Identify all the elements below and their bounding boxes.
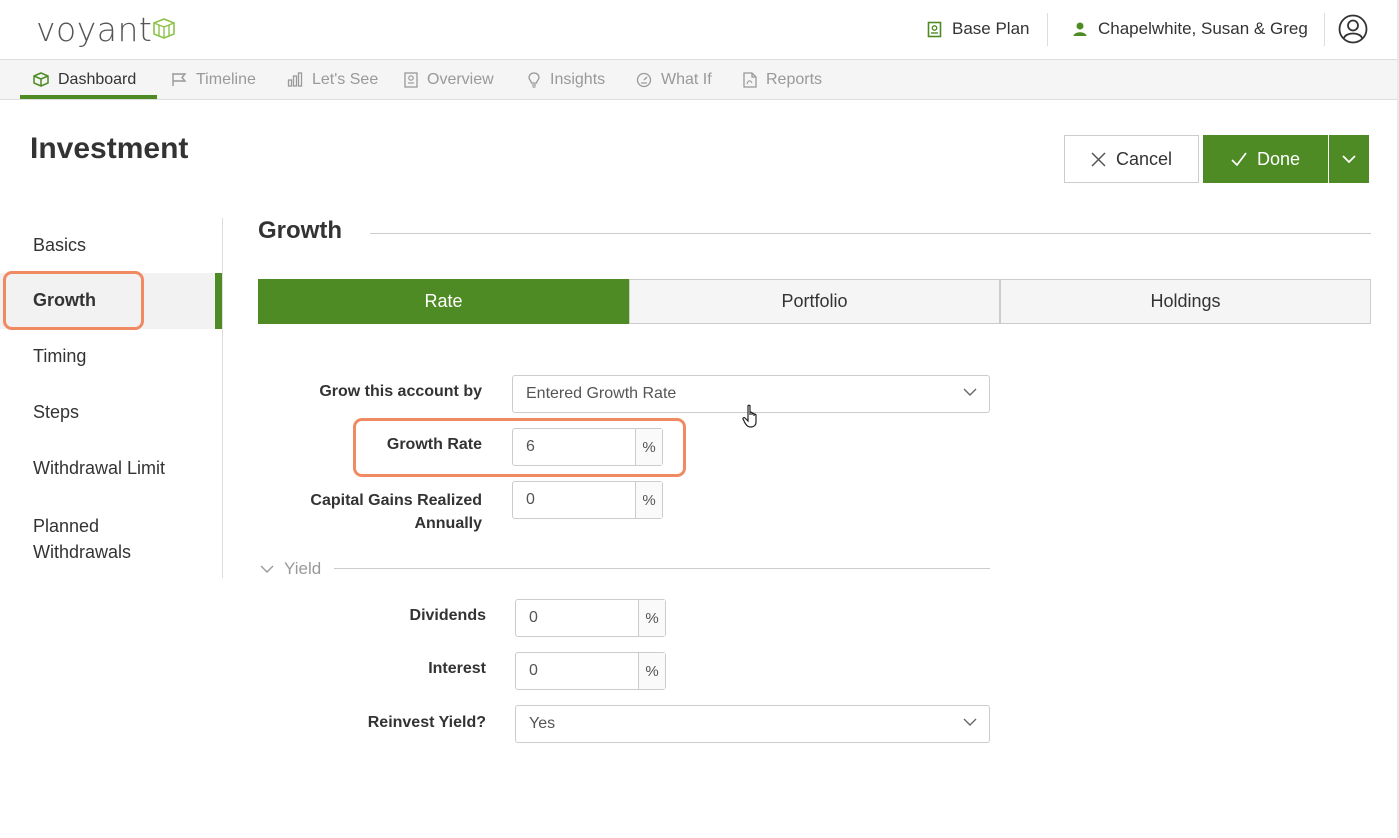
plan-selector[interactable]: Base Plan: [927, 19, 1030, 39]
side-item-planned-withdrawals[interactable]: Planned Withdrawals: [33, 513, 173, 565]
main-nav: Dashboard Timeline Let's See Overview In…: [0, 60, 1399, 100]
account-avatar-icon[interactable]: [1338, 14, 1368, 44]
nav-reports[interactable]: Reports: [743, 60, 822, 99]
chevron-down-icon: [260, 565, 274, 573]
dividends-label: Dividends: [409, 607, 486, 624]
interest-label: Interest: [428, 660, 486, 677]
percent-unit: %: [636, 482, 662, 518]
tab-holdings[interactable]: Holdings: [1000, 279, 1371, 324]
percent-unit: %: [639, 653, 665, 689]
nav-insights[interactable]: Insights: [527, 60, 605, 99]
flag-icon: [172, 73, 187, 86]
chevron-down-icon: [1342, 154, 1356, 163]
yield-toggle[interactable]: Yield: [260, 559, 321, 579]
capital-gains-label: Capital Gains Realized Annually: [310, 492, 482, 532]
chevron-down-icon: [963, 718, 977, 726]
plan-doc-icon: [927, 21, 942, 37]
section-title: Growth: [258, 217, 342, 244]
client-name: Chapelwhite, Susan & Greg: [1098, 19, 1308, 38]
interest-input[interactable]: 0: [516, 653, 639, 689]
nav-lets-see[interactable]: Let's See: [287, 60, 378, 99]
dividends-input[interactable]: 0: [516, 600, 639, 636]
done-options-button[interactable]: [1329, 135, 1369, 183]
side-item-timing[interactable]: Timing: [33, 346, 86, 367]
reinvest-select[interactable]: Yes: [515, 705, 990, 743]
gauge-icon: [636, 72, 652, 87]
top-header: voyant Base Plan Chapelwhite, Susan & Gr…: [0, 0, 1399, 60]
reinvest-value: Yes: [529, 715, 556, 732]
nav-overview[interactable]: Overview: [404, 60, 494, 99]
chevron-down-icon: [963, 388, 977, 396]
tab-rate[interactable]: Rate: [258, 279, 629, 324]
done-button[interactable]: Done: [1203, 135, 1328, 183]
nav-what-if[interactable]: What If: [636, 60, 712, 99]
header-divider-2: [1324, 13, 1325, 46]
grow-by-label: Grow this account by: [319, 383, 482, 400]
voyant-logo[interactable]: voyant: [36, 10, 152, 49]
growth-rate-highlight: [353, 418, 686, 477]
growth-highlight: [3, 271, 144, 330]
pdf-icon: [743, 71, 757, 88]
side-item-basics[interactable]: Basics: [33, 235, 86, 256]
header-divider: [1047, 13, 1048, 46]
client-selector[interactable]: Chapelwhite, Susan & Greg: [1072, 19, 1308, 39]
voyant-logo-icon: [153, 18, 175, 39]
interest-field[interactable]: 0 %: [515, 652, 666, 690]
checkmark-icon: [1231, 151, 1247, 166]
capital-gains-field[interactable]: 0 %: [512, 481, 663, 519]
active-nav-indicator: [20, 95, 157, 99]
grow-by-value: Entered Growth Rate: [526, 385, 677, 402]
side-active-indicator: [215, 273, 222, 329]
side-divider: [222, 218, 223, 578]
percent-unit: %: [639, 600, 665, 636]
plan-name: Base Plan: [952, 19, 1030, 38]
nav-timeline[interactable]: Timeline: [171, 60, 256, 99]
cancel-button[interactable]: Cancel: [1064, 135, 1199, 183]
dividends-field[interactable]: 0 %: [515, 599, 666, 637]
hand-cursor-icon: [742, 404, 757, 428]
side-item-steps[interactable]: Steps: [33, 402, 79, 423]
tab-portfolio[interactable]: Portfolio: [629, 279, 1000, 324]
page-title: Investment: [30, 132, 189, 165]
nav-dashboard[interactable]: Dashboard: [33, 60, 136, 99]
cube-icon: [33, 72, 49, 87]
user-icon: [1073, 22, 1087, 36]
bar-chart-icon: [287, 72, 303, 87]
capital-gains-input[interactable]: 0: [513, 482, 636, 518]
yield-label: Yield: [284, 559, 322, 578]
close-icon: [1091, 151, 1106, 167]
yield-rule: [334, 568, 990, 569]
section-rule: [370, 233, 1371, 234]
report-icon: [404, 71, 418, 88]
side-item-withdrawal-limit[interactable]: Withdrawal Limit: [33, 458, 165, 479]
lightbulb-icon: [528, 71, 540, 88]
reinvest-label: Reinvest Yield?: [367, 714, 486, 731]
